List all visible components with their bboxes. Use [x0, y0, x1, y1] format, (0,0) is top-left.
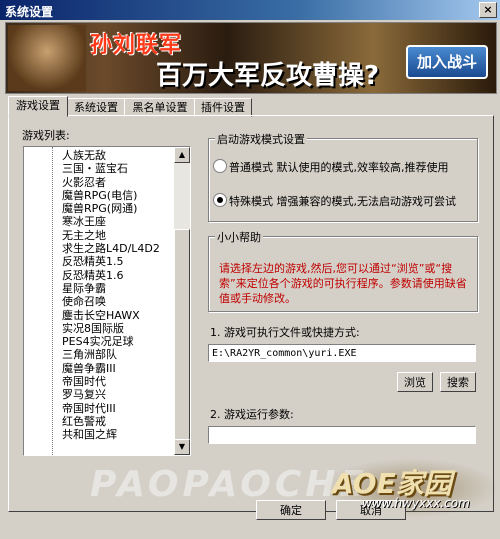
game-list-label: 游戏列表:: [22, 129, 70, 142]
list-item[interactable]: 鏖击长空HAWX: [62, 309, 172, 322]
list-item[interactable]: 帝国时代III: [62, 402, 172, 415]
exe-label: 1. 游戏可执行文件或快捷方式:: [210, 326, 360, 339]
list-item[interactable]: 火影忍者: [62, 176, 172, 189]
list-item[interactable]: PES4实况足球: [62, 335, 172, 348]
list-item[interactable]: 三国・蓝宝石: [62, 162, 172, 175]
special-mode-label[interactable]: 特殊模式 增强兼容的模式,无法启动游戏可尝试: [229, 193, 456, 209]
list-item[interactable]: 实况8国际版: [62, 322, 172, 335]
list-item[interactable]: 魔兽争霸III: [62, 362, 172, 375]
list-item[interactable]: 红色警戒: [62, 415, 172, 428]
list-item[interactable]: 反恐精英1.6: [62, 269, 172, 282]
watermark-url: www.hwyxxx.com: [362, 496, 470, 510]
list-item[interactable]: 罗马复兴: [62, 388, 172, 401]
list-item[interactable]: 无主之地: [62, 229, 172, 242]
params-label: 2. 游戏运行参数:: [210, 408, 294, 421]
list-item[interactable]: 求生之路L4D/L4D2: [62, 242, 172, 255]
scroll-up-icon[interactable]: ▲: [174, 147, 190, 163]
list-item[interactable]: 帝国时代: [62, 375, 172, 388]
normal-mode-label[interactable]: 普通模式 默认使用的模式,效率较高,推荐使用: [229, 159, 449, 175]
help-group: 小小帮助 请选择左边的游戏,然后,您可以通过“浏览”或“搜索”来定位各个游戏的可…: [208, 229, 478, 312]
search-button[interactable]: 搜索: [440, 372, 476, 392]
scroll-thumb[interactable]: [174, 229, 190, 455]
list-item[interactable]: 人族无敌: [62, 149, 172, 162]
list-scrollbar[interactable]: ▲ ▼: [174, 147, 190, 455]
tree-line: [52, 147, 53, 455]
close-button[interactable]: ×: [479, 2, 497, 18]
help-text: 请选择左边的游戏,然后,您可以通过“浏览”或“搜索”来定位各个游戏的可执行程序。…: [219, 262, 467, 305]
list-item[interactable]: 寒冰王座: [62, 215, 172, 228]
list-item[interactable]: 星际争霸: [62, 282, 172, 295]
game-list[interactable]: 人族无敌 三国・蓝宝石 火影忍者 魔兽RPG(电信) 魔兽RPG(网通) 寒冰王…: [23, 146, 191, 456]
list-item[interactable]: 共和国之辉: [62, 428, 172, 441]
list-item[interactable]: 三角洲部队: [62, 348, 172, 361]
params-field[interactable]: [208, 426, 476, 444]
join-battle-button[interactable]: 加入战斗: [406, 45, 488, 79]
scroll-down-icon[interactable]: ▼: [174, 439, 190, 455]
special-mode-radio[interactable]: [213, 193, 227, 207]
tab-game-settings[interactable]: 游戏设置: [8, 96, 68, 117]
exe-path-field[interactable]: E:\RA2YR_common\yuri.EXE: [208, 344, 476, 362]
list-item[interactable]: 使命召唤: [62, 295, 172, 308]
browse-button[interactable]: 浏览: [397, 372, 433, 392]
list-item[interactable]: 魔兽RPG(电信): [62, 189, 172, 202]
warrior-portrait: [8, 25, 86, 91]
list-item[interactable]: 反恐精英1.5: [62, 255, 172, 268]
help-title: 小小帮助: [215, 229, 263, 245]
normal-mode-radio[interactable]: [213, 159, 227, 173]
close-icon: ×: [483, 3, 493, 16]
list-item[interactable]: 魔兽RPG(网通): [62, 202, 172, 215]
title-bar: 系统设置 ×: [0, 0, 500, 20]
launch-mode-group: 启动游戏模式设置 普通模式 默认使用的模式,效率较高,推荐使用 特殊模式 增强兼…: [208, 131, 478, 222]
window-title: 系统设置: [5, 5, 54, 19]
ad-banner[interactable]: 孙刘联军 百万大军反攻曹操? 加入战斗: [5, 22, 497, 94]
banner-slogan: 百万大军反攻曹操?: [156, 61, 380, 91]
launch-mode-title: 启动游戏模式设置: [215, 131, 307, 147]
ok-button[interactable]: 确定: [256, 500, 326, 520]
